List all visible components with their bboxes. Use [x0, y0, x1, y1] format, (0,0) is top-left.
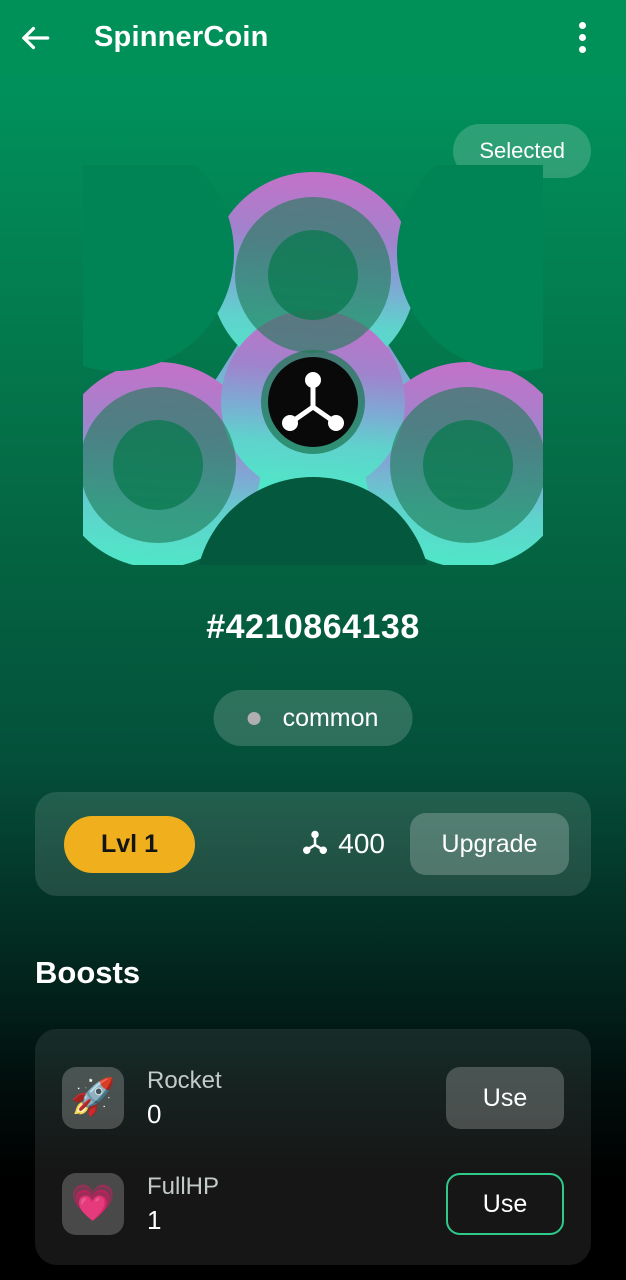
- boost-count: 1: [147, 1204, 162, 1235]
- more-vertical-icon-dot: [578, 34, 586, 41]
- token-id-label: #4210864138: [206, 608, 420, 646]
- overflow-menu-button[interactable]: [552, 0, 612, 75]
- app-bar: SpinnerCoin: [0, 0, 626, 75]
- spinner-detail-screen: SpinnerCoin Selected #4210864138 common …: [0, 0, 626, 1280]
- boost-name: FullHP: [147, 1172, 220, 1200]
- spinner-preview[interactable]: [83, 165, 543, 565]
- rarity-dot-icon: [247, 711, 261, 725]
- page-title: SpinnerCoin: [94, 21, 269, 53]
- boost-info: Rocket 0: [147, 1067, 222, 1130]
- upgrade-cost: 400: [300, 827, 385, 862]
- use-label: Use: [482, 1189, 528, 1218]
- spinner-molecule-icon: [300, 827, 330, 862]
- level-label: Lvl 1: [101, 829, 158, 858]
- boost-count: 0: [147, 1098, 162, 1129]
- level-badge[interactable]: Lvl 1: [64, 815, 195, 873]
- rarity-badge[interactable]: common: [213, 690, 413, 746]
- rarity-label: common: [282, 703, 379, 732]
- boosts-section-title: Boosts: [35, 955, 141, 990]
- spinner-graphic-icon: [83, 165, 543, 565]
- level-upgrade-panel: Lvl 1 400 Upgrade: [35, 792, 591, 896]
- upgrade-button[interactable]: Upgrade: [410, 813, 569, 875]
- back-button[interactable]: [0, 0, 70, 75]
- more-vertical-icon-dot: [578, 22, 586, 29]
- boost-info: FullHP 1: [147, 1173, 219, 1236]
- boosts-list: 🚀 Rocket 0 Use 💗 FullHP 1 Use: [35, 1029, 591, 1265]
- boost-name: Rocket: [147, 1066, 222, 1094]
- use-boost-button-rocket[interactable]: Use: [446, 1067, 564, 1129]
- upgrade-label: Upgrade: [441, 829, 538, 858]
- list-item: 🚀 Rocket 0 Use: [62, 1045, 564, 1151]
- cost-value: 400: [338, 828, 385, 859]
- use-label: Use: [482, 1083, 528, 1112]
- pink-heart-emoji-icon: 💗: [62, 1173, 124, 1235]
- list-item: 💗 FullHP 1 Use: [62, 1151, 564, 1257]
- arrow-left-icon: [16, 19, 54, 57]
- use-boost-button-fullhp[interactable]: Use: [446, 1173, 564, 1235]
- rocket-emoji-icon: 🚀: [62, 1067, 124, 1129]
- selected-label: Selected: [479, 138, 565, 163]
- more-vertical-icon-dot: [578, 46, 586, 53]
